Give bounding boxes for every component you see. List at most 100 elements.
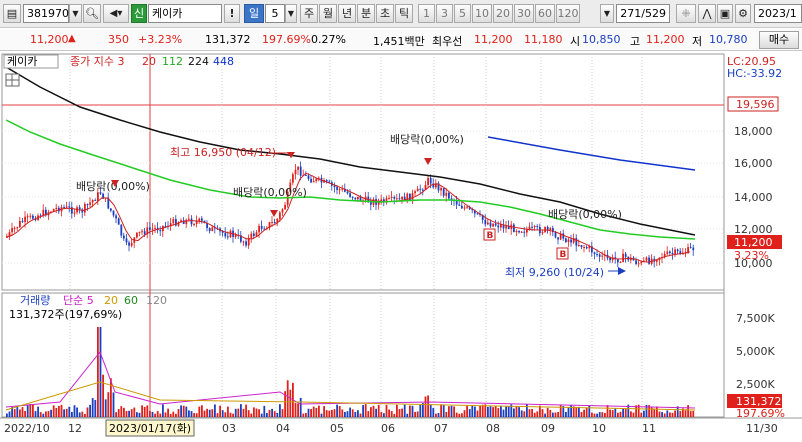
volume-bar <box>606 405 609 417</box>
candle-body <box>24 216 26 222</box>
period-minute-button[interactable]: 분 <box>357 4 375 23</box>
volume-bar <box>310 409 312 417</box>
price-pane[interactable] <box>1 53 725 291</box>
candle-body <box>526 229 528 233</box>
interval-3-button[interactable]: 3 <box>436 4 453 23</box>
candle-body <box>19 220 21 228</box>
volume-bar <box>91 398 94 417</box>
volume-bar <box>307 408 310 417</box>
interval-60-button[interactable]: 60 <box>535 4 555 23</box>
volume-bar <box>489 406 492 417</box>
candle-body <box>414 191 416 194</box>
alert-button[interactable]: ! <box>224 4 240 23</box>
volume-bar <box>614 408 617 417</box>
chevron-down-icon[interactable]: ▼ <box>69 4 82 23</box>
interval-1-button[interactable]: 1 <box>418 4 435 23</box>
x-tick-09: 09 <box>541 422 555 435</box>
chart-menu-icon[interactable]: ▤ <box>3 4 21 23</box>
volume-bar <box>151 411 154 417</box>
candle-body <box>245 241 247 246</box>
crosshair-icon[interactable]: ⁜ <box>676 4 696 23</box>
stock-chart[interactable]: 케이카 종가 지수 3 20 112 224 448 최고 16,950 (04… <box>0 52 802 442</box>
candle-body <box>689 247 692 249</box>
candle-body <box>593 252 596 255</box>
volume-bar <box>669 412 671 417</box>
volume-bar <box>65 408 68 417</box>
volume-bar <box>596 413 598 417</box>
interval-120-button[interactable]: 120 <box>556 4 580 23</box>
period-tick-button[interactable]: 틱 <box>395 4 413 23</box>
candle-body <box>151 228 154 230</box>
low-label: 저 <box>692 35 703 48</box>
volume-bar <box>325 410 328 417</box>
dividend-label-4: 배당락(0,00%) <box>548 208 622 221</box>
volume-bar <box>591 412 593 417</box>
candle-body <box>427 177 429 185</box>
volume-bar <box>546 407 549 417</box>
candle-body <box>110 208 112 211</box>
vol-tick-5000k: 5,000K <box>736 345 775 358</box>
candle-body <box>497 225 500 228</box>
volume-bar <box>689 411 692 417</box>
candle-body <box>476 213 479 215</box>
volume-bar <box>383 413 385 417</box>
candle-body <box>541 232 544 234</box>
volume-bar <box>523 411 526 417</box>
candle-body <box>536 226 539 228</box>
volume-bar <box>60 404 63 417</box>
candle-body <box>578 245 580 247</box>
date-input[interactable]: 2023/1 <box>754 4 802 23</box>
period-count-dropdown-icon[interactable]: ▼ <box>285 4 297 23</box>
reference-price-label: 19,596 <box>736 98 775 111</box>
volume-bar <box>167 408 169 417</box>
candle-body <box>531 226 533 228</box>
volume-bar <box>331 409 333 417</box>
candle-body <box>617 259 619 263</box>
chart-type-icon[interactable]: ⋀ <box>698 4 716 23</box>
interval-30-button[interactable]: 30 <box>514 4 534 23</box>
speaker-icon[interactable]: ◀▾ <box>103 4 129 23</box>
candle-body <box>172 219 175 224</box>
candle-body <box>201 218 203 221</box>
settings-gear-icon[interactable]: ⚙ <box>735 4 751 23</box>
search-icon[interactable]: 🔍︎ <box>83 4 101 23</box>
candle-body <box>271 222 273 224</box>
chart-area[interactable]: 케이카 종가 지수 3 20 112 224 448 최고 16,950 (04… <box>0 52 802 442</box>
dividend-label-2: 배당락(0,00%) <box>233 186 307 199</box>
period-month-button[interactable]: 월 <box>319 4 337 23</box>
period-count-input[interactable]: 5 <box>265 4 285 23</box>
volume-bar <box>149 410 151 417</box>
buy-button[interactable]: 매수 <box>759 31 799 49</box>
candle-body <box>78 207 81 210</box>
candle-body <box>354 197 357 200</box>
period-day-button[interactable]: 일 <box>244 4 264 23</box>
interval-5-button[interactable]: 5 <box>454 4 471 23</box>
volume-bar <box>78 412 81 417</box>
interval-20-button[interactable]: 20 <box>493 4 513 23</box>
candle-body <box>429 177 432 184</box>
candle-body <box>138 231 141 233</box>
volume-bar <box>253 407 255 417</box>
volume-bar <box>663 413 666 417</box>
stock-code-input[interactable]: 381970 <box>23 4 69 23</box>
best-bid: 11,180 <box>524 33 563 46</box>
volume-bar <box>567 407 570 417</box>
candle-body <box>89 202 91 205</box>
candle-body <box>190 218 193 225</box>
volume-bar <box>255 408 258 417</box>
save-icon[interactable]: ▣ <box>717 4 733 23</box>
period-year-button[interactable]: 년 <box>338 4 356 23</box>
stock-name-field[interactable]: 케이카 <box>148 4 222 23</box>
candle-body <box>55 207 58 210</box>
candle-body <box>357 196 359 200</box>
volume-bar <box>123 407 125 417</box>
volume-bar <box>640 412 643 417</box>
volume-bar <box>245 404 247 417</box>
interval-10-button[interactable]: 10 <box>472 4 492 23</box>
open-label: 시 <box>570 35 581 48</box>
volume-bar <box>500 405 502 417</box>
period-week-button[interactable]: 주 <box>300 4 318 23</box>
period-second-button[interactable]: 초 <box>376 4 394 23</box>
up-arrow-icon: ▲ <box>68 33 76 44</box>
dropdown-icon[interactable]: ▼ <box>600 4 614 23</box>
